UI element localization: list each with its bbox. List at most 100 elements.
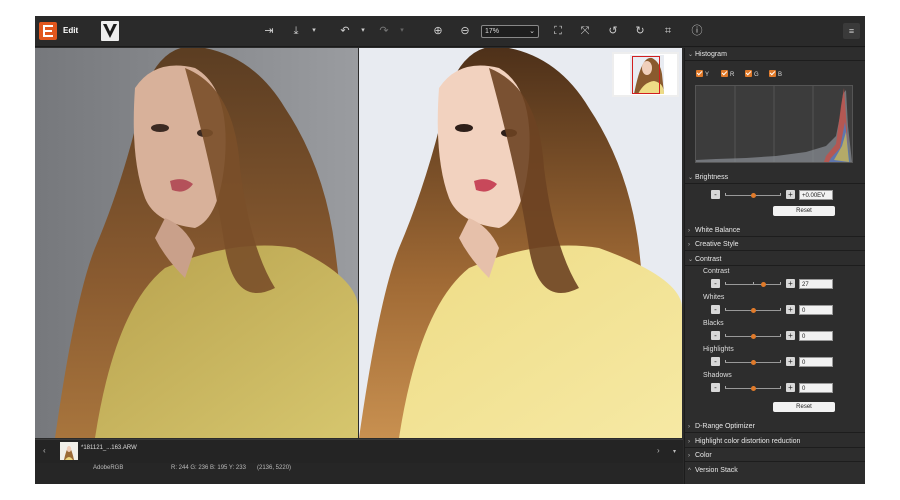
slider-knob[interactable] <box>751 386 756 391</box>
actual-size-icon[interactable]: ⤧ <box>577 23 593 39</box>
chevron-down-icon: ⌄ <box>529 28 535 35</box>
slider-decrease-button[interactable]: - <box>711 305 720 314</box>
section-highlight-color[interactable]: › Highlight color distortion reduction <box>685 435 865 448</box>
section-contrast[interactable]: ⌄ Contrast <box>685 253 865 266</box>
brightness-reset-button[interactable]: Reset <box>773 206 835 216</box>
brightness-increase-button[interactable]: + <box>786 190 795 199</box>
before-image-pane[interactable] <box>35 48 358 438</box>
slider-decrease-button[interactable]: - <box>711 279 720 288</box>
section-label: Color <box>695 452 712 459</box>
zoom-select[interactable]: 17% ⌄ <box>481 25 539 38</box>
channel-checkbox-y[interactable]: Y <box>696 70 709 80</box>
filmstrip-menu-icon[interactable]: ▾ <box>673 448 676 455</box>
undo-icon[interactable]: ↶ <box>337 23 353 39</box>
chevron-left-icon[interactable]: ‹ <box>43 446 46 455</box>
after-photo <box>359 48 682 438</box>
slider-value-field[interactable]: 27 <box>799 279 833 289</box>
channel-label: R <box>730 72 735 78</box>
rotate-right-icon[interactable]: ↻ <box>632 23 648 39</box>
slider-track[interactable] <box>725 282 781 287</box>
export-icon[interactable]: ⇥ <box>261 23 277 39</box>
navigator-viewport-frame[interactable] <box>632 56 660 94</box>
brightness-decrease-button[interactable]: - <box>711 190 720 199</box>
slider-knob[interactable] <box>761 282 766 287</box>
channel-label: B <box>778 72 783 78</box>
brightness-slider-row: - + +0.00EV <box>711 190 851 201</box>
download-dropdown-icon[interactable]: ▾ <box>306 23 322 39</box>
slider-decrease-button[interactable]: - <box>711 331 720 340</box>
slider-knob[interactable] <box>751 334 756 339</box>
slider-knob[interactable] <box>751 308 756 313</box>
slider-track[interactable] <box>725 360 781 365</box>
contrast-slider-label: Blacks <box>703 320 724 327</box>
section-color[interactable]: › Color <box>685 449 865 462</box>
undo-dropdown-icon[interactable]: ▾ <box>355 23 371 39</box>
histogram-channel-checkboxes: Y R G B <box>696 70 816 80</box>
redo-icon[interactable]: ↷ <box>376 23 392 39</box>
slider-value-field[interactable]: 0 <box>799 383 833 393</box>
section-label: Highlight color distortion reduction <box>695 438 801 445</box>
channel-checkbox-b[interactable]: B <box>769 70 782 80</box>
pixel-readout: R: 244 G: 236 B: 195 Y: 233 <box>171 465 246 471</box>
brand-v-logo-icon <box>101 21 119 41</box>
chevron-right-icon[interactable]: › <box>657 446 660 455</box>
slider-increase-button[interactable]: + <box>786 331 795 340</box>
section-histogram[interactable]: ⌄ Histogram <box>685 48 865 61</box>
contrast-slider-row: - +0 <box>711 383 851 394</box>
filmstrip: ‹ *181121_...163.ARW › ▾ <box>35 439 683 463</box>
chevron-up-icon: ^ <box>688 468 691 474</box>
section-brightness[interactable]: ⌄ Brightness <box>685 171 865 184</box>
info-icon[interactable]: ⓘ <box>689 23 705 39</box>
chevron-right-icon: › <box>688 242 690 248</box>
film-thumbnail[interactable] <box>60 442 78 460</box>
contrast-slider-row: - +0 <box>711 331 851 342</box>
brightness-value-field[interactable]: +0.00EV <box>799 190 833 200</box>
channel-checkbox-g[interactable]: G <box>745 70 759 80</box>
section-white-balance[interactable]: › White Balance <box>685 224 865 237</box>
crop-icon[interactable]: ⌗ <box>660 23 676 39</box>
section-label: White Balance <box>695 227 741 234</box>
channel-checkbox-r[interactable]: R <box>721 70 734 80</box>
slider-knob[interactable] <box>751 360 756 365</box>
redo-dropdown-icon[interactable]: ▾ <box>394 23 410 39</box>
contrast-slider-label: Whites <box>703 294 725 301</box>
app-logo-icon[interactable] <box>39 22 57 40</box>
section-label: D-Range Optimizer <box>695 423 755 430</box>
section-creative-style[interactable]: › Creative Style <box>685 238 865 251</box>
download-icon[interactable]: ⤓ <box>288 23 304 39</box>
brightness-slider-knob[interactable] <box>751 193 756 198</box>
slider-increase-button[interactable]: + <box>786 383 795 392</box>
contrast-slider-row: - +0 <box>711 357 851 368</box>
contrast-reset-button[interactable]: Reset <box>773 402 835 412</box>
channel-label: G <box>754 72 759 78</box>
settings-icon[interactable]: ≡ <box>843 23 860 39</box>
rotate-left-icon[interactable]: ↺ <box>605 23 621 39</box>
navigator-thumbnail[interactable] <box>612 52 679 97</box>
slider-value-field[interactable]: 0 <box>799 305 833 315</box>
chevron-right-icon: › <box>688 439 690 445</box>
section-label: Version Stack <box>695 467 738 474</box>
slider-value-field[interactable]: 0 <box>799 331 833 341</box>
slider-track[interactable] <box>725 386 781 391</box>
slider-track[interactable] <box>725 308 781 313</box>
slider-increase-button[interactable]: + <box>786 357 795 366</box>
fit-screen-icon[interactable]: ⛶ <box>550 23 566 39</box>
section-d-range-optimizer[interactable]: › D-Range Optimizer <box>685 420 865 433</box>
image-edit-app: Edit ⇥ ⤓ ▾ ↶ ▾ ↷ ▾ ⊕ ⊖ 17% ⌄ ⛶ ⤧ ↺ ↻ ⌗ ⓘ… <box>35 16 865 484</box>
section-version-stack[interactable]: ^ Version Stack <box>685 464 865 477</box>
slider-increase-button[interactable]: + <box>786 279 795 288</box>
before-photo <box>35 48 358 438</box>
slider-increase-button[interactable]: + <box>786 305 795 314</box>
slider-decrease-button[interactable]: - <box>711 383 720 392</box>
status-bar: AdobeRGB R: 244 G: 236 B: 195 Y: 233 (21… <box>35 463 683 484</box>
slider-value-field[interactable]: 0 <box>799 357 833 367</box>
zoom-out-icon[interactable]: ⊖ <box>457 23 473 39</box>
chevron-right-icon: › <box>688 424 690 430</box>
zoom-in-icon[interactable]: ⊕ <box>430 23 446 39</box>
section-label: Contrast <box>695 256 722 263</box>
after-image-pane[interactable] <box>359 48 682 438</box>
contrast-slider-row: - +0 <box>711 305 851 316</box>
slider-decrease-button[interactable]: - <box>711 357 720 366</box>
slider-track[interactable] <box>725 334 781 339</box>
brightness-track[interactable] <box>725 193 781 198</box>
